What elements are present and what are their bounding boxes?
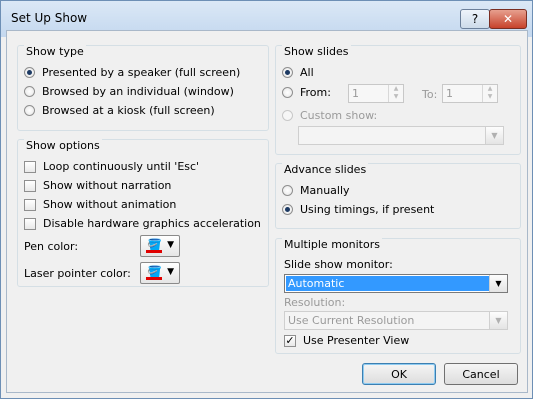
checkbox-checked[interactable]: ✓ — [284, 334, 296, 347]
check-disable-hw-acceleration[interactable]: Disable hardware graphics acceleration — [24, 217, 261, 230]
radio-custom-show[interactable]: Custom show: — [282, 109, 377, 122]
check-label: Show without narration — [43, 179, 172, 192]
radio-label: Browsed by an individual (window) — [42, 85, 234, 98]
radio-browsed-by-individual[interactable]: Browsed by an individual (window) — [24, 85, 234, 98]
multiple-monitors-title: Multiple monitors — [282, 238, 382, 251]
advance-slides-title: Advance slides — [282, 163, 369, 176]
radio-label: Browsed at a kiosk (full screen) — [42, 104, 215, 117]
radio-indicator[interactable] — [282, 185, 293, 196]
radio-indicator[interactable] — [282, 67, 293, 78]
resolution-label: Resolution: — [284, 296, 346, 309]
checkbox[interactable] — [24, 198, 36, 211]
dropdown-arrow-icon[interactable]: ▼ — [489, 275, 507, 292]
from-spinner[interactable]: 1 ▲ ▼ — [348, 84, 404, 103]
custom-show-value — [300, 128, 485, 143]
to-spinner[interactable]: 1 ▲ ▼ — [442, 84, 498, 103]
to-label: To: — [422, 88, 438, 101]
radio-label: Presented by a speaker (full screen) — [42, 66, 241, 79]
monitor-value: Automatic — [286, 276, 489, 291]
check-label: Use Presenter View — [303, 334, 410, 347]
show-slides-group: Show slides All From: 1 ▲ ▼ To: 1 ▲ ▼ Cust… — [275, 45, 521, 155]
radio-indicator[interactable] — [24, 67, 35, 78]
dropdown-arrow-icon: ▼ — [167, 240, 174, 250]
show-options-title: Show options — [24, 139, 102, 152]
show-options-group: Show options Loop continuously until 'Es… — [17, 139, 269, 287]
ok-button[interactable]: OK — [362, 363, 436, 385]
show-slides-title: Show slides — [282, 45, 351, 58]
checkbox[interactable] — [24, 179, 36, 192]
radio-indicator[interactable] — [24, 105, 35, 116]
dropdown-arrow-icon[interactable]: ▼ — [485, 127, 503, 144]
radio-all-slides[interactable]: All — [282, 66, 314, 79]
multiple-monitors-group: Multiple monitors Slide show monitor: Au… — [275, 238, 521, 354]
check-without-narration[interactable]: Show without narration — [24, 179, 171, 192]
slide-show-monitor-label: Slide show monitor: — [284, 258, 393, 271]
radio-label: From: — [300, 86, 331, 99]
resolution-select[interactable]: Use Current Resolution ▼ — [284, 311, 508, 330]
radio-label: Using timings, if present — [300, 203, 435, 216]
dialog-body: Show type Presented by a speaker (full s… — [6, 30, 528, 393]
dropdown-arrow-icon[interactable]: ▼ — [489, 312, 507, 329]
show-type-title: Show type — [24, 45, 86, 58]
spinner-arrows-icon[interactable]: ▲ ▼ — [388, 85, 403, 102]
check-label: Show without animation — [43, 198, 177, 211]
close-button[interactable]: ✕ — [489, 9, 527, 29]
dropdown-arrow-icon: ▼ — [167, 267, 174, 277]
check-without-animation[interactable]: Show without animation — [24, 198, 176, 211]
radio-label: Manually — [300, 184, 350, 197]
check-loop-continuously[interactable]: Loop continuously until 'Esc' — [24, 160, 199, 173]
laser-color-label: Laser pointer color: — [24, 267, 131, 280]
laser-color-swatch — [146, 277, 162, 280]
pen-color-swatch — [146, 250, 162, 253]
help-button[interactable]: ? — [460, 9, 490, 29]
dialog-title: Set Up Show — [11, 11, 88, 25]
radio-indicator[interactable] — [24, 86, 35, 97]
radio-using-timings[interactable]: Using timings, if present — [282, 203, 434, 216]
slide-show-monitor-select[interactable]: Automatic ▼ — [284, 274, 508, 293]
radio-indicator[interactable] — [282, 110, 293, 121]
check-use-presenter-view[interactable]: ✓ Use Presenter View — [284, 334, 409, 347]
advance-slides-group: Advance slides Manually Using timings, i… — [275, 163, 521, 229]
radio-indicator[interactable] — [282, 204, 293, 215]
checkbox[interactable] — [24, 160, 36, 173]
radio-indicator[interactable] — [282, 87, 293, 98]
laser-color-button[interactable]: 🪣 ▼ — [140, 262, 180, 284]
radio-manually[interactable]: Manually — [282, 184, 350, 197]
pen-color-button[interactable]: 🪣 ▼ — [140, 235, 180, 257]
radio-label: Custom show: — [300, 109, 378, 122]
radio-label: All — [300, 66, 314, 79]
radio-from-range[interactable]: From: — [282, 86, 331, 99]
check-label: Disable hardware graphics acceleration — [43, 217, 261, 230]
check-label: Loop continuously until 'Esc' — [43, 160, 200, 173]
radio-browsed-at-kiosk[interactable]: Browsed at a kiosk (full screen) — [24, 104, 215, 117]
to-value: 1 — [446, 87, 453, 100]
custom-show-select[interactable]: ▼ — [298, 126, 504, 145]
spinner-arrows-icon[interactable]: ▲ ▼ — [482, 85, 497, 102]
radio-presented-by-speaker[interactable]: Presented by a speaker (full screen) — [24, 66, 240, 79]
show-type-group: Show type Presented by a speaker (full s… — [17, 45, 269, 131]
from-value: 1 — [352, 87, 359, 100]
pen-color-label: Pen color: — [24, 240, 79, 253]
checkbox[interactable] — [24, 217, 36, 230]
cancel-button[interactable]: Cancel — [444, 363, 518, 385]
resolution-value: Use Current Resolution — [288, 314, 415, 327]
